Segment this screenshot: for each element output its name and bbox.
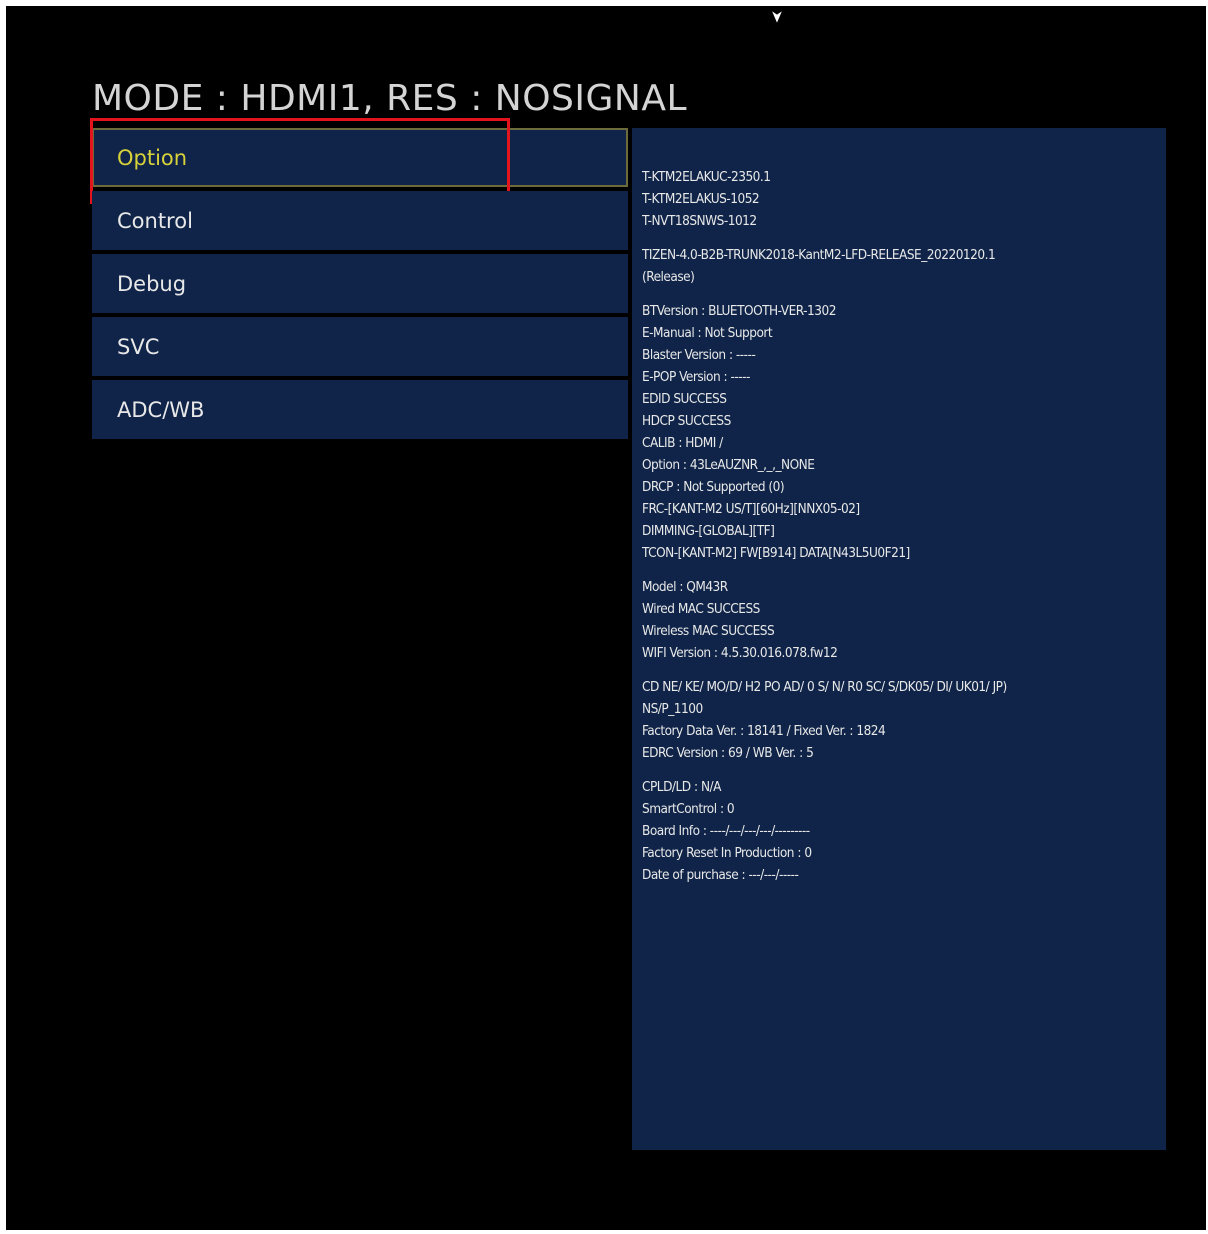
info-line: TCON-[KANT-M2] FW[B914] DATA[N43L5U0F21] [642, 545, 910, 561]
info-line: T-KTM2ELAKUS-1052 [642, 191, 760, 207]
info-line: TIZEN-4.0-B2B-TRUNK2018-KantM2-LFD-RELEA… [642, 247, 996, 263]
menu-item-option[interactable]: Option [90, 118, 628, 204]
model-network-group: Model : QM43R Wired MAC SUCCESS Wireless… [642, 576, 1156, 664]
info-line: CPLD/LD : N/A [642, 779, 721, 795]
info-line: Model : QM43R [642, 579, 728, 595]
component-status-group: BTVersion : BLUETOOTH-VER-1302 E-Manual … [642, 300, 1156, 564]
menu-item-adc-wb[interactable]: ADC/WB [92, 380, 628, 439]
info-line: Option : 43LeAUZNR_,_,_NONE [642, 457, 815, 473]
menu-item-label: Option [117, 145, 188, 170]
info-line: Wireless MAC SUCCESS [642, 623, 775, 639]
menu-item-label: SVC [117, 334, 160, 359]
firmware-versions-group: T-KTM2ELAKUC-2350.1 T-KTM2ELAKUS-1052 T-… [642, 166, 1156, 232]
info-line: CD NE/ KE/ MO/D/ H2 PO AD/ 0 S/ N/ R0 SC… [642, 679, 1007, 695]
info-line: T-NVT18SNWS-1012 [642, 213, 757, 229]
menu-item-label: Debug [117, 271, 187, 296]
info-line: Factory Data Ver. : 18141 / Fixed Ver. :… [642, 723, 886, 739]
info-line: T-KTM2ELAKUC-2350.1 [642, 169, 771, 185]
factory-data-group: CD NE/ KE/ MO/D/ H2 PO AD/ 0 S/ N/ R0 SC… [642, 676, 1156, 764]
info-line: EDID SUCCESS [642, 391, 727, 407]
option-info-panel: T-KTM2ELAKUC-2350.1 T-KTM2ELAKUS-1052 T-… [632, 128, 1166, 1150]
platform-version-group: TIZEN-4.0-B2B-TRUNK2018-KantM2-LFD-RELEA… [642, 244, 1156, 288]
mode-resolution-title: MODE : HDMI1, RES : NOSIGNAL [92, 78, 688, 119]
mouse-cursor-icon [769, 8, 785, 26]
info-line: FRC-[KANT-M2 US/T][60Hz][NNX05-02] [642, 501, 860, 517]
info-line: E-POP Version : ----- [642, 369, 750, 385]
info-line: HDCP SUCCESS [642, 413, 731, 429]
info-line: (Release) [642, 269, 695, 285]
info-line: NS/P_1100 [642, 701, 703, 717]
info-line: CALIB : HDMI / [642, 435, 723, 451]
menu-item-label: ADC/WB [117, 397, 205, 422]
info-line: Blaster Version : ----- [642, 347, 756, 363]
menu-item-label: Control [117, 208, 193, 233]
service-menu: Option Control Debug SVC ADC/WB [90, 118, 628, 443]
info-line: Factory Reset In Production : 0 [642, 845, 812, 861]
info-line: Wired MAC SUCCESS [642, 601, 760, 617]
service-menu-screen: MODE : HDMI1, RES : NOSIGNAL Option Cont… [6, 6, 1206, 1230]
info-line: Date of purchase : ---/---/----- [642, 867, 799, 883]
info-line: WIFI Version : 4.5.30.016.078.fw12 [642, 645, 838, 661]
info-line: EDRC Version : 69 / WB Ver. : 5 [642, 745, 814, 761]
info-line: DRCP : Not Supported (0) [642, 479, 785, 495]
board-info-group: CPLD/LD : N/A SmartControl : 0 Board Inf… [642, 776, 1156, 886]
info-line: DIMMING-[GLOBAL][TF] [642, 523, 775, 539]
info-line: SmartControl : 0 [642, 801, 735, 817]
info-line: Board Info : ----/---/---/---/--------- [642, 823, 810, 839]
info-line: E-Manual : Not Support [642, 325, 773, 341]
menu-item-control[interactable]: Control [92, 191, 628, 250]
menu-item-svc[interactable]: SVC [92, 317, 628, 376]
info-line: BTVersion : BLUETOOTH-VER-1302 [642, 303, 836, 319]
menu-item-debug[interactable]: Debug [92, 254, 628, 313]
